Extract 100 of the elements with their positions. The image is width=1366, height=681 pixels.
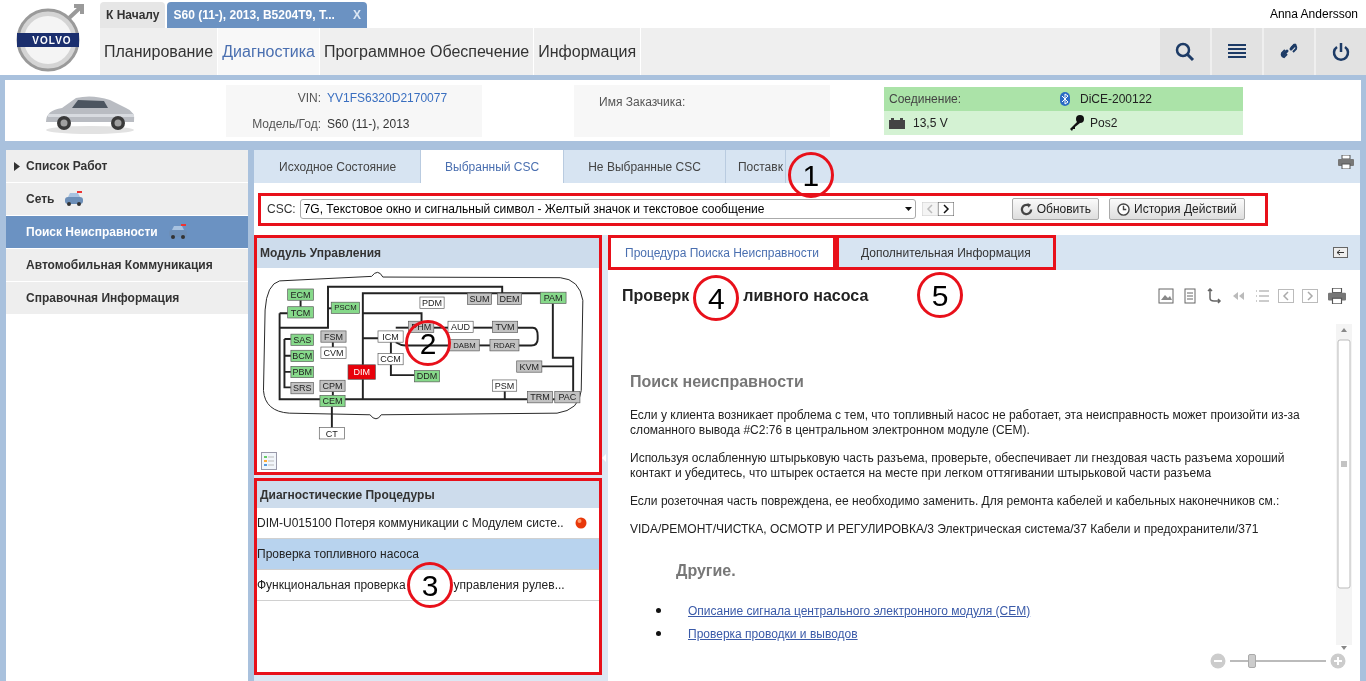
module-node[interactable]: CT	[318, 427, 345, 440]
zoom-in-icon[interactable]	[1330, 653, 1346, 669]
image-icon[interactable]	[1158, 288, 1174, 304]
vin-link[interactable]: YV1FS6320D2170077	[327, 88, 482, 107]
link[interactable]: Проверка проводки и выводов	[688, 624, 858, 643]
module-node[interactable]: BCM	[290, 349, 314, 362]
toolbar-button[interactable]: Обновить	[1011, 198, 1099, 220]
user-name: Anna Andersson	[1269, 6, 1358, 23]
connector-line	[330, 405, 333, 429]
toolbar-button[interactable]: История Действий	[1109, 198, 1245, 220]
module-node[interactable]: CCM	[377, 353, 404, 366]
row-text: управления рулев...	[453, 577, 565, 594]
field-value: S60 (11-), 2013	[327, 115, 411, 133]
clock-icon	[1117, 202, 1130, 216]
paragraph: VIDA/РЕМОНТ/ЧИСТКА, ОСМОТР И РЕГУЛИРОВКА/3 Электрическая система/37 Кабели и предохранители/371	[630, 522, 1260, 537]
zoom-slider[interactable]	[1230, 654, 1326, 668]
module-node[interactable]: KVM	[516, 360, 543, 373]
row-text: Проверка топливного насоса	[257, 546, 419, 563]
print-icon[interactable]	[1338, 155, 1354, 169]
module-node[interactable]: SRS	[290, 382, 314, 395]
branch-arrow-icon[interactable]	[1206, 288, 1222, 304]
module-node[interactable]: PDM	[419, 296, 445, 309]
search-icon	[1175, 41, 1195, 62]
tab[interactable]: К Началу	[100, 2, 166, 28]
module-node[interactable]: PAM	[539, 291, 567, 304]
module-node[interactable]: RDAR	[489, 339, 520, 352]
tab-label: S60 (11-), 2013, B5204T9, T...	[173, 7, 335, 24]
module-node[interactable]: FSM	[320, 330, 347, 343]
tab[interactable]: Выбранный CSC	[421, 150, 565, 183]
menu-button[interactable]	[1212, 28, 1262, 75]
module-node[interactable]: AUD	[447, 320, 474, 333]
list-icon[interactable]	[1254, 288, 1270, 304]
module-node[interactable]: SUM	[467, 292, 492, 305]
paragraph: Если розеточная часть повреждена, ее необходимо заменить. Для ремонта кабелей и кабельных наконечников см.:	[630, 494, 1281, 509]
sidebar-item[interactable]: Список Работ	[6, 150, 248, 183]
module-node[interactable]: CEM	[319, 395, 346, 408]
list-row[interactable]: Проверка топливного насоса	[257, 539, 599, 570]
module-node[interactable]: PSM	[492, 379, 518, 392]
key-position: Pos2	[1090, 114, 1118, 132]
module-node[interactable]: PSCM	[330, 301, 360, 314]
bullet-icon	[656, 608, 661, 613]
tab[interactable]: Процедура Поиска Неисправности	[608, 235, 836, 270]
key-icon	[1068, 114, 1084, 131]
module-node[interactable]: CPM	[319, 379, 346, 392]
module-node[interactable]: TRM	[527, 391, 553, 404]
module-node[interactable]: TVM	[492, 320, 518, 333]
caret-icon	[904, 207, 912, 211]
module-node[interactable]: PAC	[554, 391, 581, 404]
panel-header: Диагностические Процедуры	[257, 481, 599, 508]
module-node[interactable]: PBM	[290, 366, 314, 378]
sidebar-item[interactable]: Справочная Информация	[6, 282, 248, 315]
nav-tab[interactable]: Программное Обеспечение	[319, 28, 535, 75]
row-text: Функциональная проверка	[257, 577, 406, 594]
collapse-panel-icon[interactable]	[1333, 247, 1348, 258]
module-node[interactable]: TCM	[287, 306, 314, 319]
expand-icon	[14, 161, 20, 171]
search-button[interactable]	[1160, 28, 1210, 75]
power-button[interactable]	[1316, 28, 1366, 75]
module-node[interactable]: DABM	[449, 339, 480, 352]
voltage-value: 13,5 V	[913, 114, 949, 132]
previous-icon[interactable]	[1278, 288, 1294, 304]
csc-dropdown[interactable]: 7G, Текстовое окно и сигнальный символ - Желтый значок и текстовое сообщение	[299, 199, 916, 219]
field-label: Модель/Год:	[251, 115, 321, 133]
module-node[interactable]: SAS	[290, 333, 314, 346]
module-node[interactable]: DEM	[497, 292, 522, 305]
legend-icon[interactable]	[261, 452, 277, 470]
callout-number: 4	[693, 275, 740, 321]
link[interactable]: Описание сигнала центрального электронного модуля (CEM)	[688, 601, 1031, 620]
zoom-out-icon[interactable]	[1210, 653, 1226, 669]
nav-tab[interactable]: Диагностика	[218, 28, 320, 75]
battery-icon	[889, 116, 905, 129]
power-icon	[1331, 41, 1351, 62]
slider-thumb[interactable]	[1247, 654, 1256, 668]
sidebar-item[interactable]: Автомобильная Коммуникация	[6, 249, 248, 282]
device-name: DiCE-200122	[1080, 90, 1153, 108]
car-icon	[167, 224, 188, 240]
article-heading: Проверк	[622, 286, 690, 306]
article-heading: ливного насоса	[743, 286, 869, 306]
sidebar-item[interactable]: Сеть	[6, 183, 248, 216]
document-icon[interactable]	[1182, 288, 1198, 304]
link-button[interactable]	[1264, 28, 1314, 75]
tab[interactable]: Не Выбранные CSC	[564, 150, 726, 183]
nav-tab[interactable]: Информация	[534, 28, 642, 75]
tab[interactable]: Поставк	[725, 150, 786, 183]
tab-label: К Началу	[106, 7, 160, 24]
bluetooth-icon	[1060, 91, 1070, 106]
field-label: CSC:	[267, 201, 296, 218]
print-icon[interactable]	[1328, 288, 1346, 304]
bullet-icon	[656, 631, 661, 636]
module-node[interactable]: ICM	[377, 330, 404, 343]
row-text: DIM-U015100 Потеря коммуникации с Модулем систе..	[257, 515, 564, 532]
paragraph: Если у клиента возникает проблема с тем, что топливный насос не работает, эта неисправность может произойти из-за сломанного вывода #C2:76 в центральном электронном модуле (CEM).	[630, 408, 1301, 438]
module-node[interactable]: DIM	[347, 364, 376, 380]
tab[interactable]: Дополнительная Информация	[835, 235, 1056, 270]
module-node[interactable]: ECM	[287, 288, 314, 301]
section-title: Поиск неисправности	[630, 372, 805, 392]
paragraph: Используя ослабленную штырьковую часть разъема, проверьте, обеспечивает ли гнездовая часть разъема хороший контакт и убедитесь, что штырек остается на месте при легком оттягивании штырьковой части разъема	[630, 451, 1286, 481]
field-label: Соединение:	[889, 90, 963, 108]
module-node[interactable]: CVM	[320, 346, 347, 359]
module-node[interactable]: DDM	[414, 370, 440, 383]
